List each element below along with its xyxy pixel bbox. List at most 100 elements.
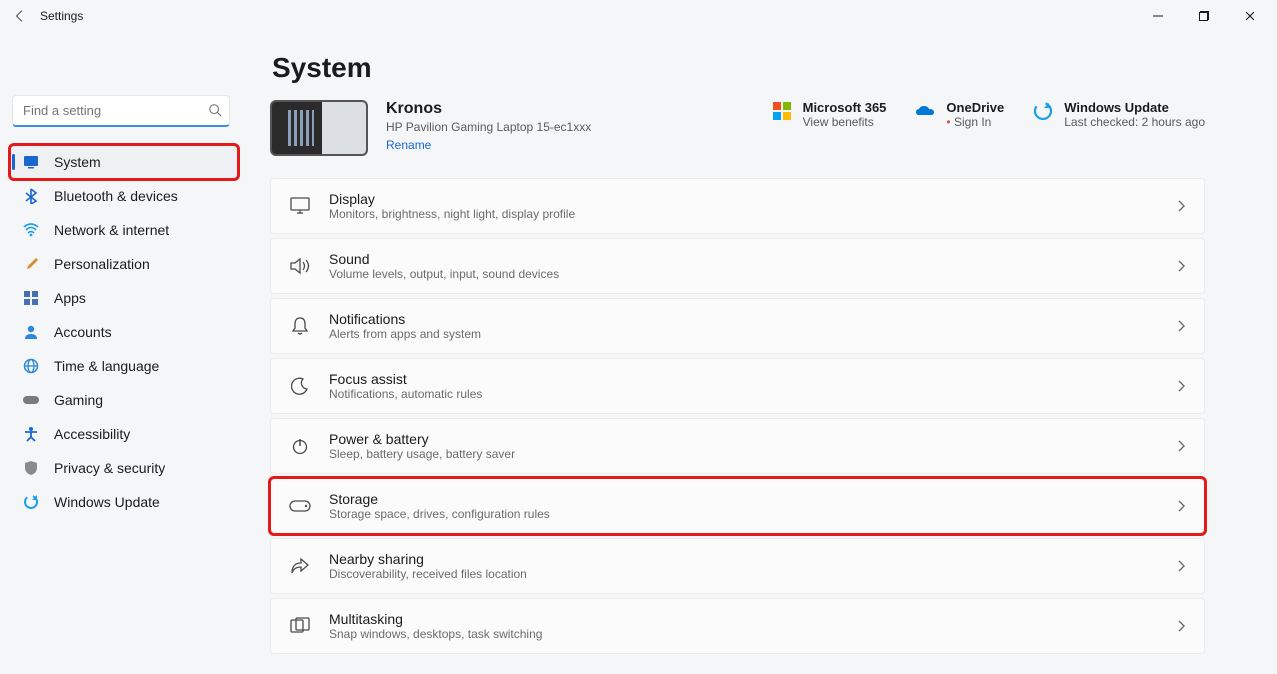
nav-item-apps[interactable]: Apps <box>10 281 238 315</box>
m365-icon <box>771 100 793 122</box>
onedrive-title: OneDrive <box>946 100 1004 115</box>
card-nearby-sharing[interactable]: Nearby sharingDiscoverability, received … <box>270 538 1205 594</box>
card-title: Multitasking <box>329 611 1158 627</box>
page-title: System <box>272 52 1205 84</box>
nav-item-windows-update[interactable]: Windows Update <box>10 485 238 519</box>
status-update[interactable]: Windows Update Last checked: 2 hours ago <box>1032 100 1205 129</box>
chevron-right-icon <box>1176 259 1186 273</box>
nav-item-personalization[interactable]: Personalization <box>10 247 238 281</box>
device-thumbnail[interactable] <box>270 100 368 156</box>
chevron-right-icon <box>1176 379 1186 393</box>
settings-cards: DisplayMonitors, brightness, night light… <box>270 178 1205 654</box>
nav-item-label: Apps <box>54 290 228 306</box>
chevron-right-icon <box>1176 199 1186 213</box>
device-row: Kronos HP Pavilion Gaming Laptop 15-ec1x… <box>270 100 1205 156</box>
nav-item-label: Personalization <box>54 256 228 272</box>
bell-icon <box>289 315 311 337</box>
chevron-right-icon <box>1176 499 1186 513</box>
nav-item-label: Accounts <box>54 324 228 340</box>
card-notifications[interactable]: NotificationsAlerts from apps and system <box>270 298 1205 354</box>
chevron-right-icon <box>1176 439 1186 453</box>
monitor-icon <box>289 195 311 217</box>
card-title: Storage <box>329 491 1158 507</box>
m365-title: Microsoft 365 <box>803 100 887 115</box>
card-subtitle: Monitors, brightness, night light, displ… <box>329 207 1158 221</box>
search-input[interactable] <box>12 95 230 127</box>
search-box[interactable] <box>12 95 230 127</box>
titlebar: Settings <box>0 0 1277 32</box>
system-icon <box>22 153 40 171</box>
update-sub: Last checked: 2 hours ago <box>1064 115 1205 129</box>
person-icon <box>22 323 40 341</box>
back-button[interactable] <box>4 0 36 32</box>
nav-item-label: Network & internet <box>54 222 228 238</box>
chevron-right-icon <box>1176 559 1186 573</box>
nav-item-label: Time & language <box>54 358 228 374</box>
card-text: Power & batterySleep, battery usage, bat… <box>329 431 1158 461</box>
chevron-right-icon <box>1176 619 1186 633</box>
card-title: Sound <box>329 251 1158 267</box>
nav-item-time-language[interactable]: Time & language <box>10 349 238 383</box>
sidebar: System Bluetooth & devices Network & inter… <box>0 32 248 674</box>
card-display[interactable]: DisplayMonitors, brightness, night light… <box>270 178 1205 234</box>
card-focus-assist[interactable]: Focus assistNotifications, automatic rul… <box>270 358 1205 414</box>
multitask-icon <box>289 615 311 637</box>
nav-item-label: Gaming <box>54 392 228 408</box>
card-storage[interactable]: StorageStorage space, drives, configurat… <box>270 478 1205 534</box>
device-model: HP Pavilion Gaming Laptop 15-ec1xxx <box>386 120 591 134</box>
apps-icon <box>22 289 40 307</box>
card-title: Notifications <box>329 311 1158 327</box>
card-title: Display <box>329 191 1158 207</box>
card-text: SoundVolume levels, output, input, sound… <box>329 251 1158 281</box>
share-icon <box>289 555 311 577</box>
globe-icon <box>22 357 40 375</box>
update-icon <box>1032 100 1054 122</box>
card-multitasking[interactable]: MultitaskingSnap windows, desktops, task… <box>270 598 1205 654</box>
nav-item-bluetooth-devices[interactable]: Bluetooth & devices <box>10 179 238 213</box>
device-info: Kronos HP Pavilion Gaming Laptop 15-ec1x… <box>386 100 591 152</box>
card-sound[interactable]: SoundVolume levels, output, input, sound… <box>270 238 1205 294</box>
search-icon <box>208 103 222 117</box>
card-text: NotificationsAlerts from apps and system <box>329 311 1158 341</box>
nav-item-gaming[interactable]: Gaming <box>10 383 238 417</box>
card-subtitle: Notifications, automatic rules <box>329 387 1158 401</box>
update-title: Windows Update <box>1064 100 1205 115</box>
nav-item-privacy-security[interactable]: Privacy & security <box>10 451 238 485</box>
card-text: StorageStorage space, drives, configurat… <box>329 491 1158 521</box>
nav-item-network-internet[interactable]: Network & internet <box>10 213 238 247</box>
rename-link[interactable]: Rename <box>386 138 591 152</box>
nav-item-system[interactable]: System <box>10 145 238 179</box>
card-title: Power & battery <box>329 431 1158 447</box>
minimize-button[interactable] <box>1135 0 1181 32</box>
window-title: Settings <box>40 9 83 23</box>
update-icon <box>22 493 40 511</box>
status-cards: Microsoft 365 View benefits OneDrive Sig… <box>771 100 1205 129</box>
shield-icon <box>22 459 40 477</box>
status-onedrive[interactable]: OneDrive Sign In <box>914 100 1004 129</box>
card-subtitle: Discoverability, received files location <box>329 567 1158 581</box>
card-subtitle: Alerts from apps and system <box>329 327 1158 341</box>
close-button[interactable] <box>1227 0 1273 32</box>
nav-item-accounts[interactable]: Accounts <box>10 315 238 349</box>
wifi-icon <box>22 221 40 239</box>
power-icon <box>289 435 311 457</box>
bluetooth-icon <box>22 187 40 205</box>
moon-icon <box>289 375 311 397</box>
m365-sub: View benefits <box>803 115 887 129</box>
maximize-button[interactable] <box>1181 0 1227 32</box>
sound-icon <box>289 255 311 277</box>
card-text: Nearby sharingDiscoverability, received … <box>329 551 1158 581</box>
card-subtitle: Snap windows, desktops, task switching <box>329 627 1158 641</box>
drive-icon <box>289 495 311 517</box>
card-text: DisplayMonitors, brightness, night light… <box>329 191 1158 221</box>
status-m365[interactable]: Microsoft 365 View benefits <box>771 100 887 129</box>
accessibility-icon <box>22 425 40 443</box>
card-text: MultitaskingSnap windows, desktops, task… <box>329 611 1158 641</box>
nav-item-label: Windows Update <box>54 494 228 510</box>
card-title: Focus assist <box>329 371 1158 387</box>
content-area: System Kronos HP Pavilion Gaming Laptop … <box>248 32 1277 674</box>
card-power-battery[interactable]: Power & batterySleep, battery usage, bat… <box>270 418 1205 474</box>
nav-item-label: System <box>54 154 228 170</box>
nav-item-accessibility[interactable]: Accessibility <box>10 417 238 451</box>
card-subtitle: Sleep, battery usage, battery saver <box>329 447 1158 461</box>
